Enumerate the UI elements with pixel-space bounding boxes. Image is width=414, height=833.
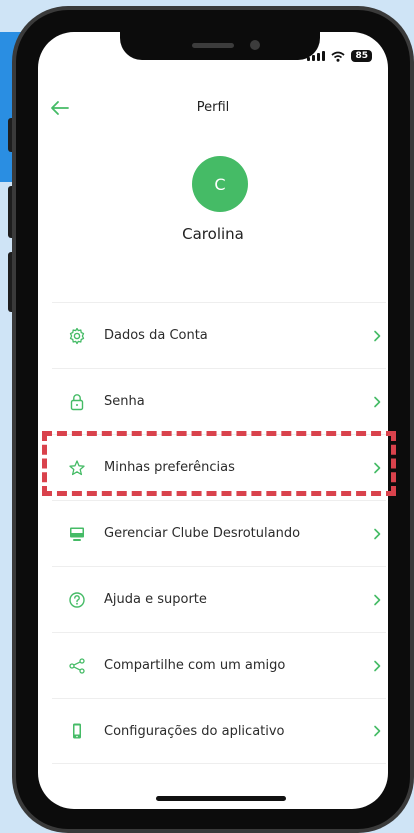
share-icon [69,657,85,674]
menu-item-label: Ajuda e suporte [104,592,207,607]
header: Perfil [38,92,388,122]
battery-indicator: 85 [351,50,372,62]
menu-item-senha[interactable]: Senha [52,368,386,434]
lock-icon [70,393,84,410]
chevron-right-icon [374,528,381,539]
avatar: C [192,156,248,212]
gear-icon [69,327,85,344]
menu-item-gerenciar-clube[interactable]: Gerenciar Clube Desrotulando [52,500,386,566]
chevron-right-icon [374,594,381,605]
star-icon [69,459,85,475]
chevron-right-icon [374,396,381,407]
user-name: Carolina [182,225,244,243]
menu-item-configuracoes[interactable]: Configurações do aplicativo [52,698,386,764]
profile-menu: Dados da Conta Senha Minhas preferências… [52,302,386,764]
menu-item-ajuda-suporte[interactable]: Ajuda e suporte [52,566,386,632]
menu-item-label: Configurações do aplicativo [104,723,285,739]
menu-item-label: Senha [104,394,145,409]
menu-item-minhas-preferencias[interactable]: Minhas preferências [52,434,386,500]
phone-frame: 85 Perfil C Carolina Dados da Conta Senh… [12,6,414,833]
home-indicator[interactable] [156,796,286,801]
chevron-right-icon [374,660,381,671]
menu-item-label: Minhas preferências [104,460,235,475]
camera [250,40,260,50]
menu-item-dados-da-conta[interactable]: Dados da Conta [52,302,386,368]
monitor-icon [70,527,84,541]
speaker [192,43,234,48]
menu-item-label: Compartilhe com um amigo [104,658,286,673]
status-bar: 85 [307,50,372,62]
page-title: Perfil [196,99,230,115]
menu-item-compartilhe[interactable]: Compartilhe com um amigo [52,632,386,698]
wifi-icon [331,51,346,62]
chevron-right-icon [374,330,381,341]
menu-item-label: Dados da Conta [104,328,208,343]
profile-screen: 85 Perfil C Carolina Dados da Conta Senh… [38,32,388,809]
signal-icon [307,51,326,61]
notch [120,32,320,60]
help-circle-icon [69,591,85,608]
chevron-right-icon [374,725,381,737]
avatar-initial: C [214,174,226,194]
smartphone-icon [73,723,81,739]
chevron-right-icon [374,462,381,473]
back-arrow-icon[interactable] [50,100,70,116]
menu-item-label: Gerenciar Clube Desrotulando [104,526,301,541]
